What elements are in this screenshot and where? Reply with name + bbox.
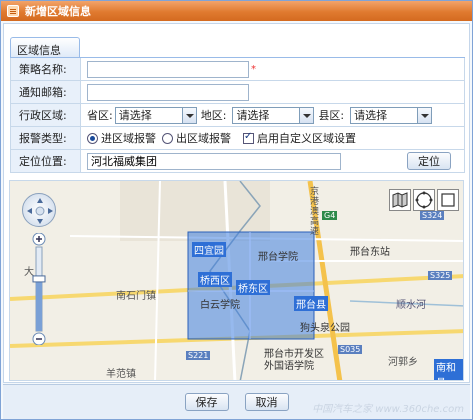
map-label-goutou-park: 狗头泉公园 xyxy=(300,323,350,334)
alarm-enter-option[interactable]: 进区域报警 xyxy=(87,130,156,146)
county-select[interactable]: 请选择 xyxy=(350,106,433,124)
required-mark: * xyxy=(251,63,256,75)
alarm-enter-radio[interactable] xyxy=(87,132,98,144)
location-input[interactable] xyxy=(87,152,341,170)
window-title: 新增区域信息 xyxy=(25,5,91,18)
pan-right-icon[interactable] xyxy=(48,208,53,214)
watermark: 中国汽车之家 www.360che.com xyxy=(312,404,464,415)
notify-email-row: 通知邮箱: xyxy=(11,81,464,104)
map-label-xingtai-east-station: 邢台东站 xyxy=(350,247,390,258)
chevron-down-icon xyxy=(417,107,432,123)
map-label-siyi: 四宜园 xyxy=(192,242,226,257)
map-label-baiyun: 白云学院 xyxy=(200,300,240,311)
policy-name-row: 策略名称: * xyxy=(11,58,464,81)
circle-tool-icon[interactable] xyxy=(413,189,435,211)
map-view[interactable]: 四宜园 邢台学院 邢台东站 桥西区 桥东区 白云学院 邢台县 南石门镇 狗头泉公… xyxy=(9,180,464,381)
map-label-yangfan: 羊范镇 xyxy=(106,369,136,380)
window-icon xyxy=(7,5,19,17)
map-label-hedong: 河郭乡 xyxy=(388,357,418,368)
pan-left-icon[interactable] xyxy=(27,208,32,214)
alarm-exit-option[interactable]: 出区域报警 xyxy=(162,130,231,146)
road-badge: G4 xyxy=(322,211,338,220)
alarm-exit-radio[interactable] xyxy=(162,132,173,144)
notify-email-label: 通知邮箱: xyxy=(11,81,81,103)
custom-region-checkbox[interactable] xyxy=(243,131,254,144)
cancel-button[interactable]: 取消 xyxy=(244,393,289,411)
region-form: 策略名称: * 通知邮箱: 行政区域: 省区: 请选择 地区: 请选择 县区: … xyxy=(10,58,465,173)
pan-control[interactable] xyxy=(22,193,56,227)
map-label-shunshui: 顺水河 xyxy=(396,300,426,311)
road-badge: S035 xyxy=(338,345,363,354)
map-label-xingtai-college: 邢台学院 xyxy=(258,252,298,263)
city-label: 地区: xyxy=(200,109,227,122)
map-label-jinggang: 京港澳高速 xyxy=(310,187,320,237)
pan-up-icon[interactable] xyxy=(37,198,43,203)
alarm-type-row: 报警类型: 进区域报警 出区域报警 启用自定义区域设置 xyxy=(11,127,464,150)
map-label-nanshimen: 南石门镇 xyxy=(116,291,156,302)
alarm-type-label: 报警类型: xyxy=(11,127,81,149)
road-badge: S324 xyxy=(420,211,445,220)
notify-email-input[interactable] xyxy=(87,83,249,101)
map-label-xingtai-county: 邢台县 xyxy=(294,296,328,311)
zoom-slider-fill xyxy=(36,278,42,331)
county-label: 县区: xyxy=(318,109,345,122)
chevron-down-icon xyxy=(299,107,314,123)
custom-region-option[interactable]: 启用自定义区域设置 xyxy=(243,130,356,146)
map-label-qiaoxi: 桥西区 xyxy=(198,272,232,287)
locate-button[interactable]: 定位 xyxy=(407,152,451,170)
dialog-footer: 保存 取消 中国汽车之家 www.360che.com xyxy=(3,384,470,419)
map-toolbar xyxy=(387,189,459,211)
city-select[interactable]: 请选择 xyxy=(232,106,315,124)
chevron-down-icon xyxy=(181,107,196,123)
location-row: 定位位置: 定位 xyxy=(11,150,464,173)
admin-region-row: 行政区域: 省区: 请选择 地区: 请选择 县区: 请选择 xyxy=(11,104,464,127)
map-label-qiaodong: 桥东区 xyxy=(236,280,270,295)
road-badge: S325 xyxy=(428,271,453,280)
map-icon[interactable] xyxy=(389,189,411,211)
title-bar[interactable]: 新增区域信息 xyxy=(1,1,472,21)
map-label-nanhe: 南和县 xyxy=(434,359,463,380)
save-button[interactable]: 保存 xyxy=(184,393,229,411)
dialog-window: 新增区域信息 区域信息 策略名称: * 通知邮箱: 行政区域: 省区: 请选择 … xyxy=(0,0,473,420)
province-select[interactable]: 请选择 xyxy=(114,106,197,124)
map-label-foreign-lang: 外国语学院 xyxy=(264,361,314,372)
tab-region-info[interactable]: 区域信息 xyxy=(10,37,80,57)
province-label: 省区: xyxy=(87,109,113,122)
policy-name-input[interactable] xyxy=(87,60,249,78)
rectangle-tool-icon[interactable] xyxy=(437,189,459,211)
pan-down-icon[interactable] xyxy=(37,219,43,224)
zoom-control xyxy=(32,232,46,346)
location-label: 定位位置: xyxy=(11,150,81,172)
admin-region-label: 行政区域: xyxy=(11,104,81,126)
policy-name-label: 策略名称: xyxy=(11,58,81,80)
road-badge: S221 xyxy=(186,351,211,360)
zoom-slider-thumb[interactable] xyxy=(32,275,46,283)
